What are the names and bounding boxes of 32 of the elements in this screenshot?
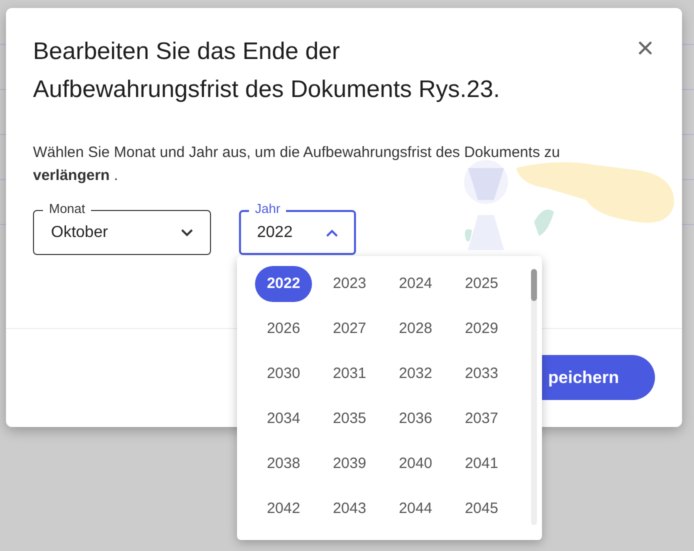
dialog-title: Bearbeiten Sie das Ende der Aufbewahrungsfrist des Dokuments Rys.23. (32, 37, 501, 105)
year-option[interactable]: 2023 (321, 266, 378, 302)
chevron-down-icon (180, 228, 194, 238)
year-option[interactable]: 2040 (387, 446, 444, 482)
year-option[interactable]: 2044 (387, 491, 444, 527)
field-value: Oktober (51, 222, 108, 242)
year-option[interactable]: 2024 (387, 266, 444, 302)
year-option[interactable]: 2029 (453, 311, 510, 347)
year-option[interactable]: 2045 (453, 491, 510, 527)
chevron-up-icon (325, 228, 339, 238)
year-option[interactable]: 2022 (255, 266, 312, 302)
year-option[interactable]: 2035 (321, 401, 378, 437)
year-option[interactable]: 2033 (453, 356, 510, 392)
year-option[interactable]: 2025 (453, 266, 510, 302)
year-option[interactable]: 2037 (453, 401, 510, 437)
year-option[interactable]: 2034 (255, 401, 312, 437)
year-option[interactable]: 2043 (321, 491, 378, 527)
year-option[interactable]: 2039 (321, 446, 378, 482)
close-button[interactable]: × (632, 34, 658, 64)
field-value: 2022 (257, 222, 293, 242)
year-option[interactable]: 2032 (387, 356, 444, 392)
scrollbar-thumb[interactable] (531, 269, 537, 301)
year-option[interactable]: 2028 (387, 311, 444, 347)
year-option[interactable]: 2026 (255, 311, 312, 347)
year-option[interactable]: 2030 (255, 356, 312, 392)
dialog-description: Wählen Sie Monat und Jahr aus, um die Aufbewahrungsfrist des Dokuments zu verlängern . (32, 143, 561, 186)
year-option[interactable]: 2041 (453, 446, 510, 482)
year-option[interactable]: 2038 (255, 446, 312, 482)
year-option[interactable]: 2027 (321, 311, 378, 347)
year-option[interactable]: 2036 (387, 401, 444, 437)
year-option[interactable]: 2031 (321, 356, 378, 392)
year-option[interactable]: 2042 (255, 491, 312, 527)
